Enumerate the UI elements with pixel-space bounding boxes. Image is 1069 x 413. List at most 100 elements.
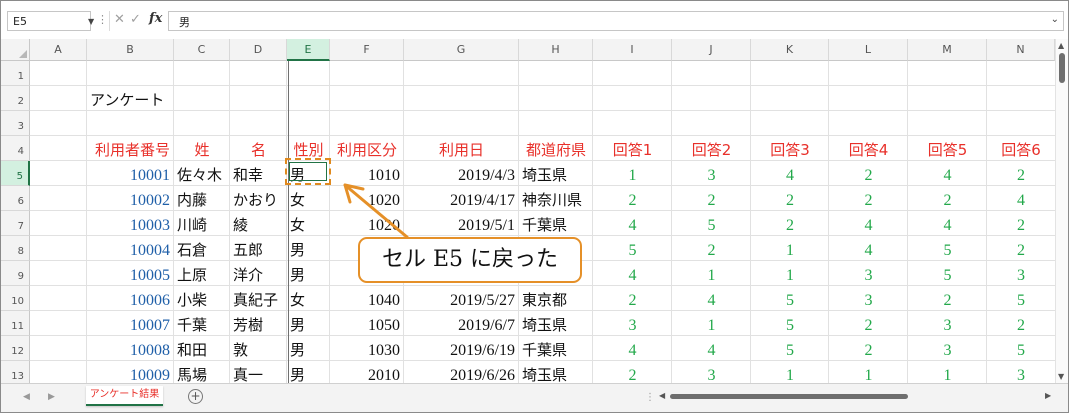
column-header-b[interactable]: B <box>87 39 174 61</box>
data-cell[interactable]: 3 <box>829 261 908 286</box>
data-cell[interactable]: 男 <box>287 236 330 261</box>
data-cell[interactable]: 5 <box>751 311 829 336</box>
data-cell[interactable]: 女 <box>287 286 330 311</box>
row-header-2[interactable]: 2 <box>1 86 30 111</box>
data-cell[interactable]: 埼玉県 <box>519 161 593 186</box>
column-header-j[interactable]: J <box>672 39 751 61</box>
data-cell[interactable]: 5 <box>751 286 829 311</box>
data-cell[interactable]: 10007 <box>87 311 174 336</box>
data-cell[interactable]: 男 <box>287 336 330 361</box>
data-cell[interactable]: 3 <box>829 286 908 311</box>
row-header-8[interactable]: 8 <box>1 236 30 261</box>
data-cell[interactable]: 2 <box>987 211 1055 236</box>
more-options-icon[interactable]: ⋮ <box>97 13 108 26</box>
data-cell[interactable]: 5 <box>672 211 751 236</box>
data-cell[interactable]: 2019/5/27 <box>404 286 519 311</box>
data-cell[interactable]: 5 <box>751 336 829 361</box>
data-cell[interactable]: 5 <box>593 236 672 261</box>
row-header-1[interactable]: 1 <box>1 61 30 86</box>
header-cell[interactable]: 回答4 <box>829 136 908 161</box>
data-cell[interactable]: 和幸 <box>230 161 287 186</box>
data-cell[interactable]: 和田 <box>174 336 230 361</box>
data-cell[interactable]: 1 <box>593 161 672 186</box>
data-cell[interactable]: 2 <box>672 236 751 261</box>
data-cell[interactable]: 川崎 <box>174 211 230 236</box>
column-header-g[interactable]: G <box>404 39 519 61</box>
data-cell[interactable]: 2 <box>829 311 908 336</box>
data-cell[interactable]: 2 <box>593 361 672 383</box>
data-cell[interactable]: 真紀子 <box>230 286 287 311</box>
data-cell[interactable]: 1 <box>829 361 908 383</box>
data-cell[interactable]: 2 <box>751 186 829 211</box>
data-cell[interactable]: 佐々木 <box>174 161 230 186</box>
row-header-4[interactable]: 4 <box>1 136 30 161</box>
chevron-down-icon[interactable]: ▼ <box>88 17 94 26</box>
data-cell[interactable]: 2 <box>987 161 1055 186</box>
data-cell[interactable]: 埼玉県 <box>519 361 593 383</box>
row-header-10[interactable]: 10 <box>1 286 30 311</box>
data-cell[interactable]: 3 <box>987 261 1055 286</box>
data-cell[interactable]: 真一 <box>230 361 287 383</box>
enter-icon[interactable]: ✓ <box>130 12 141 27</box>
data-cell[interactable]: 男 <box>287 361 330 383</box>
column-header-a[interactable]: A <box>30 39 87 61</box>
data-cell[interactable]: 五郎 <box>230 236 287 261</box>
header-cell[interactable]: 利用者番号 <box>87 136 174 161</box>
scroll-right-icon[interactable]: ▶ <box>1045 391 1051 400</box>
data-cell[interactable]: 2010 <box>330 361 404 383</box>
data-cell[interactable]: 男 <box>287 311 330 336</box>
header-cell[interactable]: 利用日 <box>404 136 519 161</box>
tab-splitter-icon[interactable]: ⋮ <box>645 392 655 403</box>
data-cell[interactable]: 4 <box>751 161 829 186</box>
prev-sheet-icon[interactable]: ◀ <box>23 392 30 402</box>
scroll-left-icon[interactable]: ◀ <box>659 391 665 400</box>
vertical-scroll-thumb[interactable] <box>1059 53 1065 83</box>
column-header-m[interactable]: M <box>908 39 987 61</box>
data-cell[interactable]: 2 <box>829 161 908 186</box>
data-cell[interactable]: 3 <box>908 311 987 336</box>
header-cell[interactable]: 回答6 <box>987 136 1055 161</box>
add-sheet-icon[interactable]: + <box>188 389 203 404</box>
data-cell[interactable]: 1020 <box>330 186 404 211</box>
data-cell[interactable]: 千葉県 <box>519 336 593 361</box>
data-cell[interactable]: 4 <box>908 161 987 186</box>
data-cell[interactable]: 1 <box>672 261 751 286</box>
data-cell[interactable]: 1 <box>751 261 829 286</box>
data-cell[interactable]: 5 <box>987 286 1055 311</box>
row-header-12[interactable]: 12 <box>1 336 30 361</box>
data-cell[interactable]: 2 <box>829 186 908 211</box>
column-header-n[interactable]: N <box>987 39 1055 61</box>
header-cell[interactable]: 回答2 <box>672 136 751 161</box>
data-cell[interactable]: 1040 <box>330 286 404 311</box>
expand-formula-bar-icon[interactable]: ⌄ <box>1051 14 1059 25</box>
data-cell[interactable]: 3 <box>672 361 751 383</box>
data-cell[interactable]: 10008 <box>87 336 174 361</box>
column-header-i[interactable]: I <box>593 39 672 61</box>
data-cell[interactable]: 2 <box>751 211 829 236</box>
data-cell[interactable]: 芳樹 <box>230 311 287 336</box>
header-cell[interactable]: 姓 <box>174 136 230 161</box>
data-cell[interactable]: 馬場 <box>174 361 230 383</box>
data-cell[interactable]: 内藤 <box>174 186 230 211</box>
data-cell[interactable]: 1050 <box>330 311 404 336</box>
data-cell[interactable]: 1 <box>751 361 829 383</box>
data-cell[interactable]: 2019/6/26 <box>404 361 519 383</box>
data-cell[interactable]: 2 <box>672 186 751 211</box>
header-cell[interactable]: 都道府県 <box>519 136 593 161</box>
data-cell[interactable]: 2 <box>908 286 987 311</box>
data-cell[interactable]: 東京都 <box>519 286 593 311</box>
data-cell[interactable]: 2019/6/7 <box>404 311 519 336</box>
data-cell[interactable]: 洋介 <box>230 261 287 286</box>
header-cell[interactable]: 回答1 <box>593 136 672 161</box>
formula-input[interactable]: 男 ⌄ <box>168 11 1064 31</box>
name-box[interactable]: E5 <box>7 11 91 31</box>
vertical-scrollbar[interactable]: ▲ ▼ <box>1055 39 1068 383</box>
data-cell[interactable]: 2019/6/19 <box>404 336 519 361</box>
row-header-11[interactable]: 11 <box>1 311 30 336</box>
row-header-7[interactable]: 7 <box>1 211 30 236</box>
row-header-13[interactable]: 13 <box>1 361 30 383</box>
data-cell[interactable]: 1 <box>672 311 751 336</box>
data-cell[interactable]: 千葉県 <box>519 211 593 236</box>
data-cell[interactable]: 10001 <box>87 161 174 186</box>
data-cell[interactable]: 10002 <box>87 186 174 211</box>
